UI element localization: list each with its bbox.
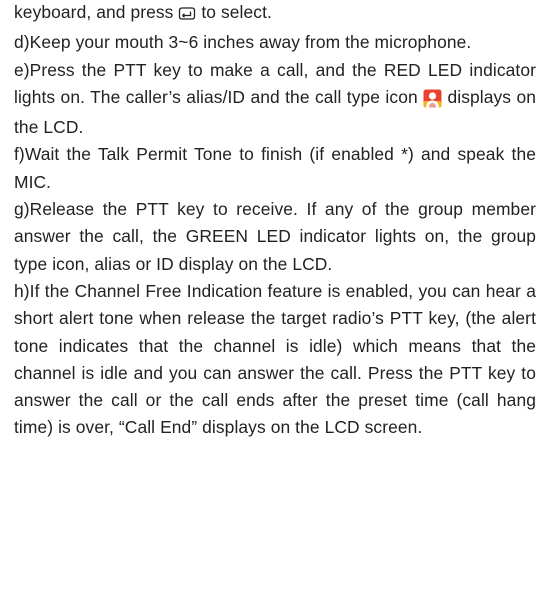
ok-key-icon [178, 2, 196, 29]
paragraph-h: h)If the Channel Free Indication feature… [14, 280, 536, 438]
paragraph-g: g)Release the PTT key to receive. If any… [14, 199, 536, 274]
private-call-type-icon [423, 87, 442, 114]
paragraph-e: e)Press the PTT key to make a call, and … [14, 57, 536, 142]
manual-page: keyboard, and press to select. d)Keep yo… [14, 0, 536, 442]
paragraph-d: d)Keep your mouth 3~6 inches away from t… [14, 32, 472, 53]
paragraph-c-tail: keyboard, and press to select. [14, 0, 536, 29]
paragraph-f: f)Wait the Talk Permit Tone to finish (i… [14, 144, 536, 192]
paragraph-c-text-after-icon: to select. [196, 2, 272, 22]
paragraph-c-text-before-icon: keyboard, and press [14, 2, 179, 22]
